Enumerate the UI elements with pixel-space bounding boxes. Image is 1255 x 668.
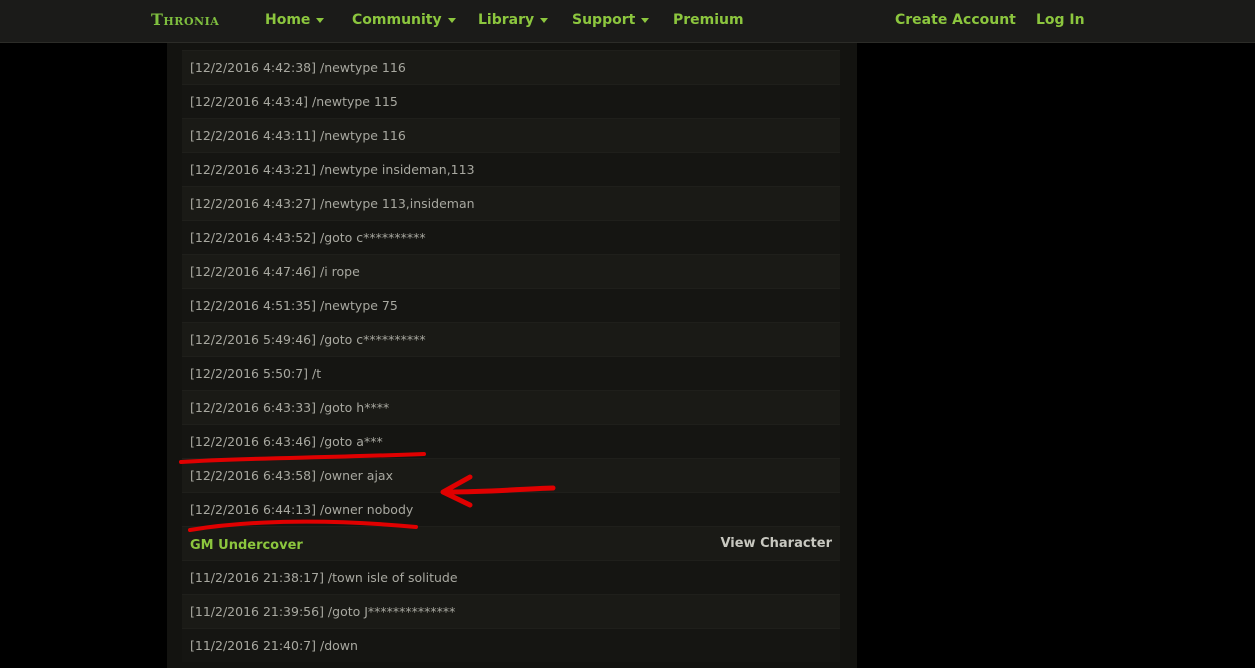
log-entry: [12/2/2016 4:42:38] /newtype 116 <box>182 50 840 84</box>
log-entry: [12/2/2016 4:43:4] /newtype 115 <box>182 84 840 118</box>
nav-support[interactable]: Support <box>572 12 650 28</box>
log-in-link[interactable]: Log In <box>1036 12 1085 28</box>
log-entry: [11/2/2016 21:40:7] /down <box>182 628 840 662</box>
character-name: GM Undercover <box>190 538 303 553</box>
top-navbar: Thronia Home Community Library Support P… <box>0 0 1255 43</box>
log-entry: [12/2/2016 4:43:52] /goto c********** <box>182 220 840 254</box>
site-logo[interactable]: Thronia <box>151 10 219 29</box>
log-entry: [11/2/2016 21:39:56] /goto J************… <box>182 594 840 628</box>
log-entry: [11/2/2016 21:38:17] /town isle of solit… <box>182 560 840 594</box>
nav-library-label: Library <box>478 12 535 28</box>
nav-premium[interactable]: Premium <box>673 12 744 28</box>
create-account-link[interactable]: Create Account <box>895 12 1016 28</box>
chevron-down-icon <box>641 17 650 23</box>
chevron-down-icon <box>540 17 549 23</box>
nav-home-label: Home <box>265 12 311 28</box>
log-entry: [12/2/2016 4:43:11] /newtype 116 <box>182 118 840 152</box>
log-entry: [12/2/2016 4:43:27] /newtype 113,insidem… <box>182 186 840 220</box>
log-entry: [12/2/2016 6:43:46] /goto a*** <box>182 424 840 458</box>
nav-premium-label: Premium <box>673 12 744 28</box>
content-panel: [12/2/2016 4:42:38] /newtype 116 [12/2/2… <box>167 43 857 668</box>
command-log-list: [12/2/2016 4:42:38] /newtype 116 [12/2/2… <box>182 50 840 662</box>
log-entry: [12/2/2016 4:47:46] /i rope <box>182 254 840 288</box>
log-entry: [12/2/2016 6:43:33] /goto h**** <box>182 390 840 424</box>
view-character-link[interactable]: View Character <box>720 527 832 561</box>
chevron-down-icon <box>447 17 456 23</box>
log-entry: [12/2/2016 5:50:7] /t <box>182 356 840 390</box>
chevron-down-icon <box>316 17 325 23</box>
nav-home[interactable]: Home <box>265 12 325 28</box>
log-entry: [12/2/2016 6:43:58] /owner ajax <box>182 458 840 492</box>
nav-library[interactable]: Library <box>478 12 549 28</box>
character-section-header: GM Undercover View Character <box>182 526 840 560</box>
nav-community-label: Community <box>352 12 442 28</box>
log-entry: [12/2/2016 5:49:46] /goto c********** <box>182 322 840 356</box>
log-entry: [12/2/2016 4:51:35] /newtype 75 <box>182 288 840 322</box>
log-entry: [12/2/2016 6:44:13] /owner nobody <box>182 492 840 526</box>
nav-support-label: Support <box>572 12 636 28</box>
log-entry: [12/2/2016 4:43:21] /newtype insideman,1… <box>182 152 840 186</box>
nav-community[interactable]: Community <box>352 12 456 28</box>
